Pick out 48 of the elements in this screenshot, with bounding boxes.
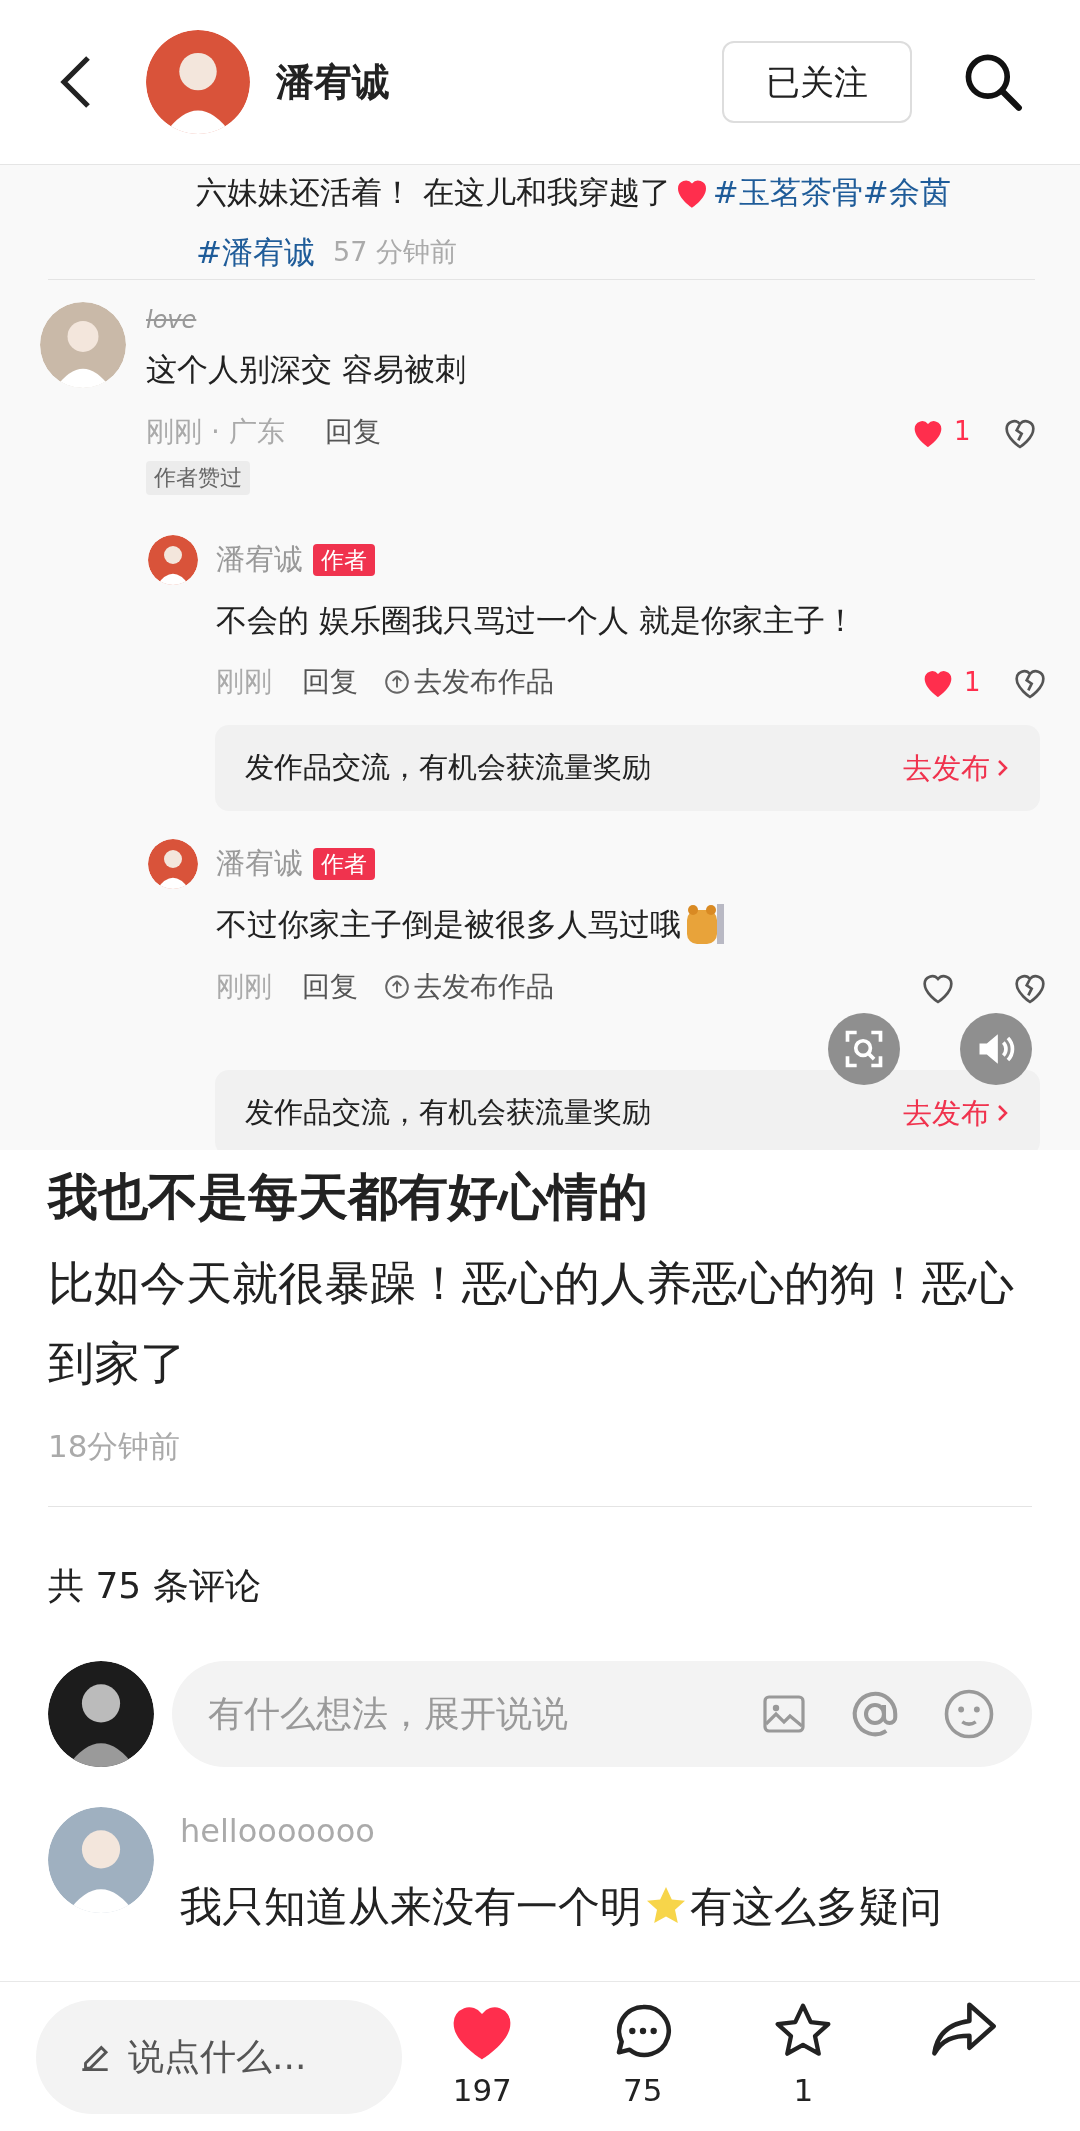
action-count: 75 bbox=[623, 2071, 663, 2111]
comment-input-field[interactable]: 有什么想法，展开说说 bbox=[208, 1686, 760, 1741]
chevron-icon bbox=[996, 1102, 1010, 1123]
promo-banner[interactable]: 发作品交流，有机会获流量奖励 去发布 bbox=[215, 725, 1040, 811]
action-count: 197 bbox=[452, 2071, 512, 2111]
reply-text: 不过你家主子倒是被很多人骂过哦 bbox=[216, 905, 681, 944]
publish-button[interactable]: 去发布 bbox=[903, 751, 1010, 785]
reply-link[interactable]: 回复 bbox=[324, 410, 381, 453]
timestamp: 57 分钟前 bbox=[333, 235, 457, 269]
reply-link[interactable]: 回复 bbox=[302, 965, 358, 1008]
comment-text: 六妹妹还活着！ 在这儿和我穿越了 bbox=[196, 173, 671, 212]
comment-text: 我只知道从来没有一个明 bbox=[180, 1880, 642, 1933]
promo-banner[interactable]: 发作品交流，有机会获流量奖励 去发布 bbox=[215, 1069, 1040, 1150]
comment-text: 这个人别深交 容易被刺 bbox=[146, 350, 467, 389]
avatar[interactable] bbox=[48, 1660, 154, 1767]
author-tag: 作者 bbox=[313, 848, 375, 880]
follow-button[interactable]: 已关注 bbox=[722, 41, 912, 123]
author-tag: 作者 bbox=[313, 543, 375, 576]
promo-text: 发作品交流，有机会获流量奖励 bbox=[245, 749, 651, 787]
author-liked-tag: 作者赞过 bbox=[146, 460, 250, 495]
reply-text: 不会的 娱乐圈我只骂过一个人 就是你家主子！ bbox=[216, 600, 856, 640]
hashtag-link[interactable]: #玉茗茶骨 bbox=[712, 165, 863, 219]
profile-avatar[interactable] bbox=[146, 30, 250, 134]
action-count: 1 bbox=[793, 2071, 814, 2111]
placeholder-text: 说点什么... bbox=[128, 2034, 307, 2079]
post-body: 比如今天就很暴躁！恶心的人养恶心的狗！恶心到家了 bbox=[48, 1255, 1015, 1392]
hashtag-link[interactable]: #余茵 bbox=[862, 165, 951, 219]
timestamp: 刚刚 · 广东 bbox=[146, 413, 285, 450]
upload-icon bbox=[384, 669, 410, 695]
publish-link[interactable]: 去发布作品 bbox=[414, 965, 554, 1008]
reply-link[interactable]: 回复 bbox=[302, 661, 358, 703]
comment-input[interactable]: 有什么想法，展开说说 bbox=[172, 1660, 1032, 1767]
say-something-field[interactable]: 说点什么... bbox=[36, 1999, 402, 2114]
promo-text: 发作品交流，有机会获流量奖励 bbox=[245, 1093, 651, 1131]
post-time: 18分钟前 bbox=[48, 1427, 182, 1466]
post-title: 我也不是每天都有好心情的 bbox=[48, 1167, 649, 1228]
timestamp: 刚刚 bbox=[216, 664, 272, 700]
chevron-icon bbox=[996, 758, 1010, 778]
comment-text: 有这么多疑问 bbox=[690, 1880, 942, 1933]
hashtag-link[interactable]: #潘宥诚 bbox=[196, 225, 315, 279]
comment-count: 共 75 条评论 bbox=[48, 1563, 262, 1608]
like-count: 1 bbox=[964, 665, 981, 699]
profile-name[interactable]: 潘宥诚 bbox=[276, 53, 390, 111]
timestamp: 刚刚 bbox=[216, 968, 272, 1005]
publish-button[interactable]: 去发布 bbox=[903, 1095, 1010, 1130]
publish-link[interactable]: 去发布作品 bbox=[414, 661, 554, 703]
like-count: 1 bbox=[954, 415, 971, 448]
upload-icon bbox=[384, 973, 410, 1000]
